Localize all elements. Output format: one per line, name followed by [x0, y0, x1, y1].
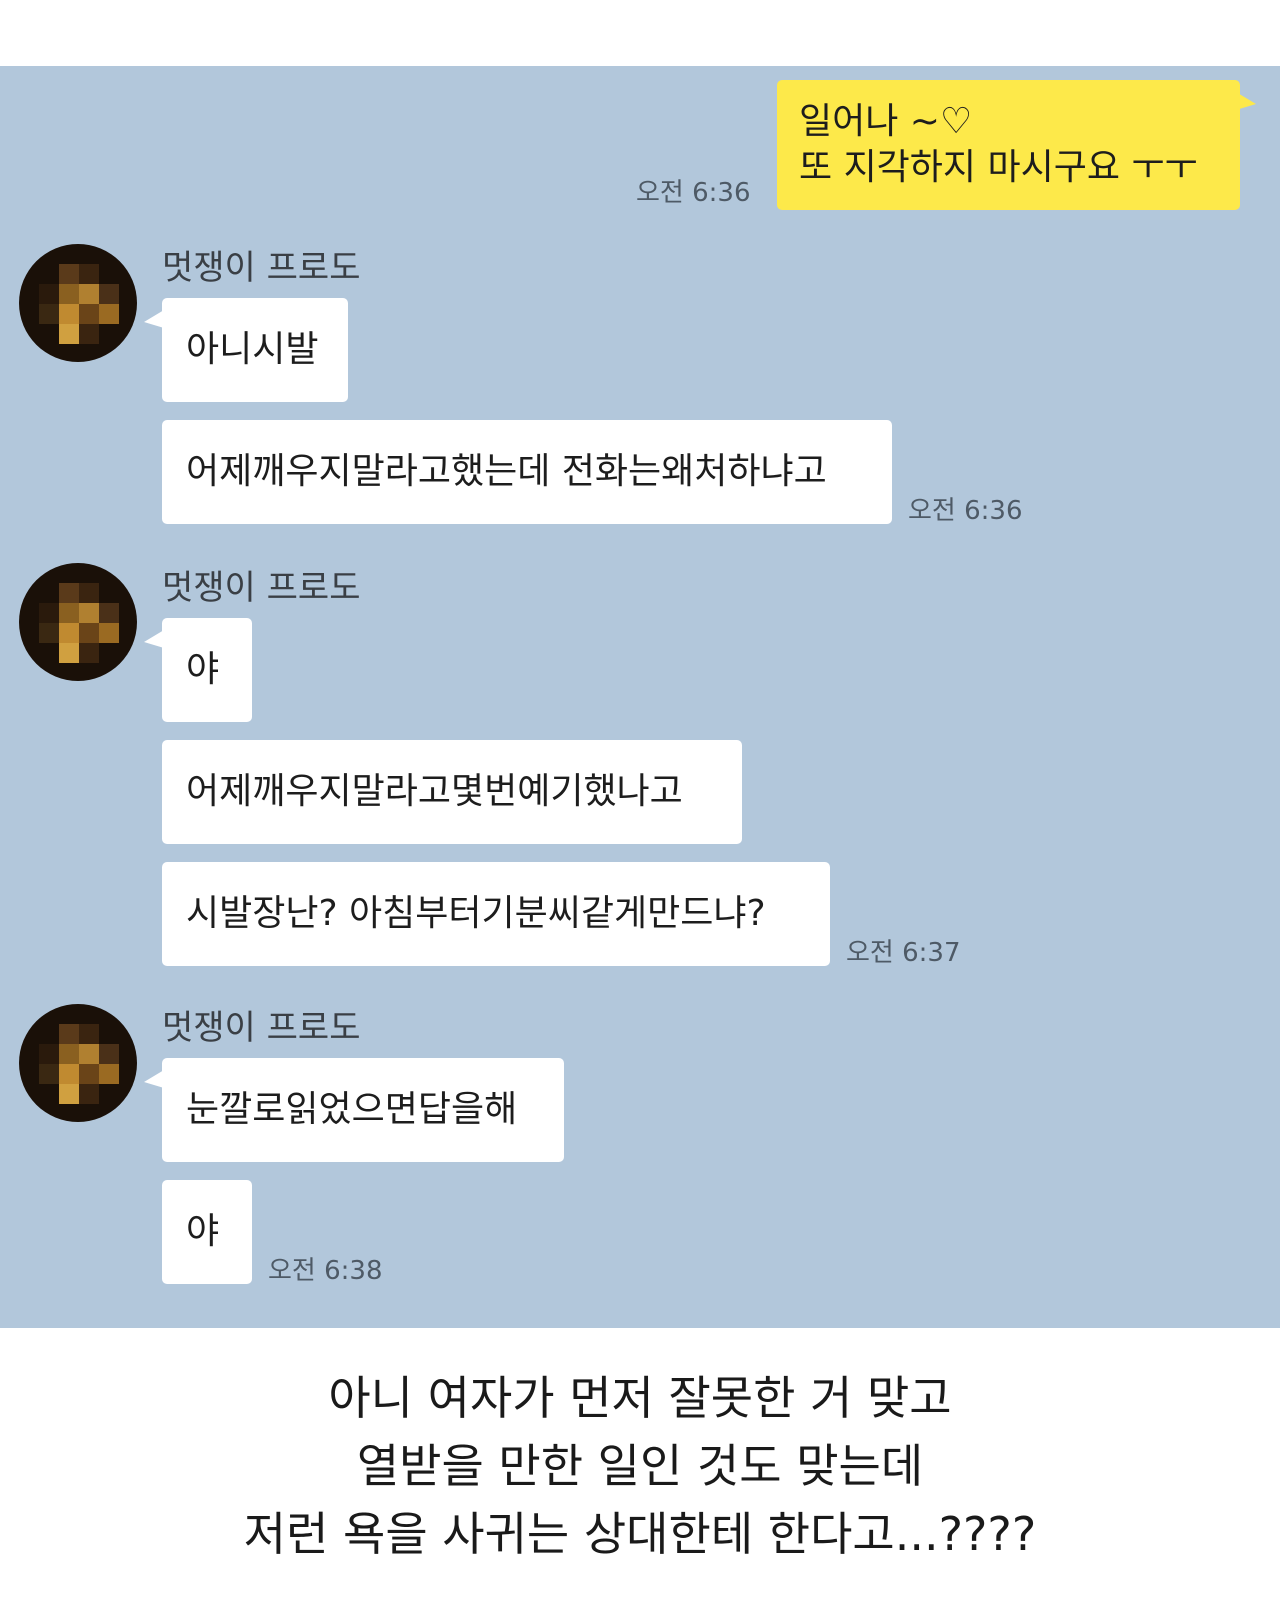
- sender-name: 멋쟁이 프로도: [162, 1008, 361, 1048]
- sender-name: 멋쟁이 프로도: [162, 568, 361, 608]
- sender-name: 멋쟁이 프로도: [162, 248, 361, 288]
- sender-avatar[interactable]: [19, 563, 137, 681]
- caption-line: 열받을 만한 일인 것도 맞는데: [356, 1439, 924, 1493]
- message-bubble[interactable]: 야: [162, 618, 252, 722]
- message-time: 오전 6:36: [636, 178, 751, 208]
- message-time: 오전 6:36: [908, 496, 1023, 526]
- message-bubble[interactable]: 아니시발: [162, 298, 348, 402]
- message-time: 오전 6:38: [268, 1256, 383, 1286]
- bubble-tail: [144, 1070, 164, 1088]
- bubble-tail: [144, 310, 164, 328]
- my-message-bubble[interactable]: 일어나 ~♡ 또 지각하지 마시구요 ㅜㅜ: [777, 80, 1240, 210]
- chat-area[interactable]: 일어나 ~♡ 또 지각하지 마시구요 ㅜㅜ 오전 6:36 멋쟁이 프로도 아니…: [0, 66, 1280, 1328]
- my-message-line: 일어나 ~♡: [799, 101, 973, 142]
- bubble-tail: [144, 630, 164, 648]
- message-bubble[interactable]: 눈깔로읽었으면답을해: [162, 1058, 564, 1162]
- message-time: 오전 6:37: [846, 938, 961, 968]
- message-bubble[interactable]: 어제깨우지말라고몇번예기했나고: [162, 740, 742, 844]
- caption-line: 저런 욕을 사귀는 상대한테 한다고...????: [243, 1507, 1037, 1561]
- caption-line: 아니 여자가 먼저 잘못한 거 맞고: [328, 1371, 952, 1425]
- message-bubble[interactable]: 시발장난? 아침부터기분씨같게만드냐?: [162, 862, 830, 966]
- sender-avatar[interactable]: [19, 1004, 137, 1122]
- message-bubble[interactable]: 어제깨우지말라고했는데 전화는왜처하냐고: [162, 420, 892, 524]
- my-message-line: 또 지각하지 마시구요 ㅜㅜ: [799, 147, 1198, 188]
- message-bubble[interactable]: 야: [162, 1180, 252, 1284]
- sender-avatar[interactable]: [19, 244, 137, 362]
